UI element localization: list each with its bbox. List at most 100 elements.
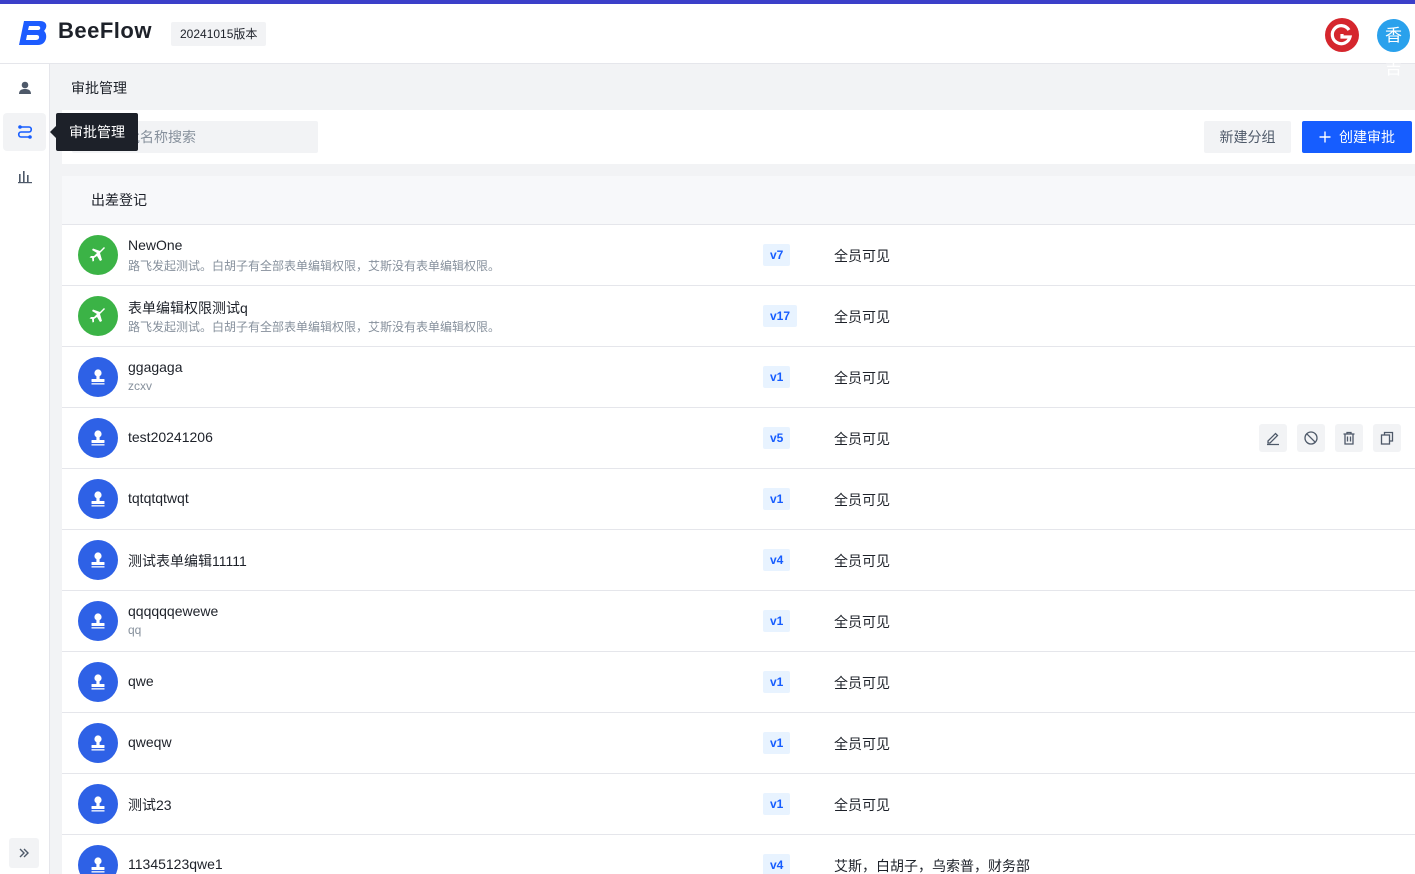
stamp-icon — [91, 430, 105, 446]
approval-name[interactable]: qqqqqqewewe — [128, 603, 218, 619]
approval-icon — [78, 235, 118, 275]
delete-icon — [1343, 431, 1355, 445]
sidebar-item-approval[interactable] — [3, 113, 46, 151]
double-chevron-right-icon — [19, 848, 29, 858]
approval-icon — [78, 601, 118, 641]
plane-icon — [89, 247, 105, 262]
version-badge: v4 — [763, 854, 791, 874]
approval-row[interactable]: 测试23 v1 全员可见 — [62, 774, 1415, 835]
version-badge: v1 — [763, 366, 791, 388]
bar-chart-icon — [17, 171, 32, 184]
sidebar-item-stats[interactable] — [3, 157, 46, 195]
sidebar-tooltip: 审批管理 — [50, 113, 138, 151]
app-logo-text: BeeFlow — [58, 18, 152, 43]
version-badge: v5 — [763, 427, 791, 449]
disable-icon — [1304, 431, 1318, 445]
visibility-text: 全员可见 — [834, 431, 890, 447]
version-tag: 20241015版本 — [171, 22, 267, 46]
visibility-text: 全员可见 — [834, 797, 890, 813]
version-badge: v1 — [763, 488, 791, 510]
toolbar: 输入审批名称搜索 新建分组 创建审批 — [62, 110, 1415, 164]
approval-icon — [78, 296, 118, 336]
approval-row[interactable]: tqtqtqtwqt v1 全员可见 — [62, 469, 1415, 530]
stamp-icon — [91, 369, 105, 385]
approval-name[interactable]: test20241206 — [128, 429, 213, 445]
approval-description: zcxv — [128, 379, 152, 393]
approval-icon — [78, 479, 118, 519]
approval-icon — [78, 540, 118, 580]
disable-button[interactable] — [1297, 424, 1325, 452]
approval-name[interactable]: qweqw — [128, 734, 172, 750]
user-icon — [18, 81, 31, 94]
approval-description: 路飞发起测试。白胡子有全部表单编辑权限，艾斯没有表单编辑权限。 — [128, 259, 501, 273]
approval-icon — [78, 845, 118, 874]
stamp-icon — [91, 491, 105, 507]
version-badge: v17 — [763, 305, 798, 327]
stamp-icon — [91, 796, 105, 812]
approval-row[interactable]: qqqqqqewewe qq v1 全员可见 — [62, 591, 1415, 652]
approval-icon — [78, 723, 118, 763]
row-actions — [1259, 424, 1401, 452]
approval-row[interactable]: 测试表单编辑11111 v4 全员可见 — [62, 530, 1415, 591]
stamp-icon — [91, 674, 105, 690]
version-badge: v1 — [763, 671, 791, 693]
sidebar-expand-button[interactable] — [9, 838, 39, 868]
approval-name[interactable]: 11345123qwe1 — [128, 856, 223, 872]
create-approval-label: 创建审批 — [1339, 129, 1395, 145]
app-header: BeeFlow 20241015版本 香吉 — [0, 4, 1415, 78]
visibility-text: 全员可见 — [834, 614, 890, 630]
approval-row[interactable]: NewOne 路飞发起测试。白胡子有全部表单编辑权限，艾斯没有表单编辑权限。 v7 全… — [62, 225, 1415, 286]
visibility-text: 全员可见 — [834, 736, 890, 752]
approval-name[interactable]: 表单编辑权限测试q — [128, 298, 248, 318]
approval-description: 路飞发起测试。白胡子有全部表单编辑权限，艾斯没有表单编辑权限。 — [128, 320, 501, 334]
approval-list: 出差登记 NewOne 路飞发起测试。白胡子有全部表单编辑权限，艾斯没有表单编辑权… — [62, 176, 1415, 874]
edit-button[interactable] — [1259, 424, 1287, 452]
version-badge: v1 — [763, 793, 791, 815]
approval-description: qq — [128, 623, 142, 637]
visibility-text: 全员可见 — [834, 248, 890, 264]
visibility-text: 全员可见 — [834, 553, 890, 569]
approval-row[interactable]: ggagaga zcxv v1 全员可见 — [62, 347, 1415, 408]
create-approval-button[interactable]: 创建审批 — [1302, 121, 1412, 153]
user-avatar[interactable]: 香吉 — [1377, 19, 1410, 78]
approval-name[interactable]: tqtqtqtwqt — [128, 490, 189, 506]
delete-button[interactable] — [1335, 424, 1363, 452]
approval-name[interactable]: ggagaga — [128, 359, 183, 375]
approval-name[interactable]: NewOne — [128, 237, 182, 253]
visibility-text: 全员可见 — [834, 370, 890, 386]
flow-icon — [17, 125, 32, 139]
copy-button[interactable] — [1373, 424, 1401, 452]
approval-row[interactable]: 11345123qwe1 v4 艾斯，白胡子，乌索普，财务部 — [62, 835, 1415, 874]
approval-name[interactable]: 测试表单编辑11111 — [128, 551, 247, 571]
plane-icon — [89, 308, 105, 323]
version-badge: v1 — [763, 732, 791, 754]
version-badge: v7 — [763, 244, 791, 266]
stamp-icon — [91, 552, 105, 568]
visibility-text: 全员可见 — [834, 675, 890, 691]
approval-row[interactable]: qwe v1 全员可见 — [62, 652, 1415, 713]
plus-icon — [1319, 131, 1331, 143]
approval-row[interactable]: test20241206 v5 全员可见 — [62, 408, 1415, 469]
stamp-icon — [91, 857, 105, 873]
breadcrumb: 审批管理 — [71, 80, 127, 96]
edit-icon — [1267, 432, 1279, 446]
sidebar-item-users[interactable] — [3, 69, 46, 107]
approval-name[interactable]: qwe — [128, 673, 154, 689]
visibility-text: 全员可见 — [834, 492, 890, 508]
approval-icon — [78, 662, 118, 702]
beeflow-logo-icon — [19, 21, 47, 45]
version-badge: v1 — [763, 610, 791, 632]
version-badge: v4 — [763, 549, 791, 571]
approval-row[interactable]: qweqw v1 全员可见 — [62, 713, 1415, 774]
visibility-text: 艾斯，白胡子，乌索普，财务部 — [834, 858, 1030, 874]
approval-name[interactable]: 测试23 — [128, 795, 172, 815]
visibility-text: 全员可见 — [834, 309, 890, 325]
approval-icon — [78, 784, 118, 824]
approval-row[interactable]: 表单编辑权限测试q 路飞发起测试。白胡子有全部表单编辑权限，艾斯没有表单编辑权限。… — [62, 286, 1415, 347]
brand-g-icon[interactable] — [1325, 18, 1359, 52]
new-group-button[interactable]: 新建分组 — [1204, 121, 1291, 153]
approval-icon — [78, 418, 118, 458]
approval-icon — [78, 357, 118, 397]
sidebar — [0, 64, 50, 874]
stamp-icon — [91, 735, 105, 751]
